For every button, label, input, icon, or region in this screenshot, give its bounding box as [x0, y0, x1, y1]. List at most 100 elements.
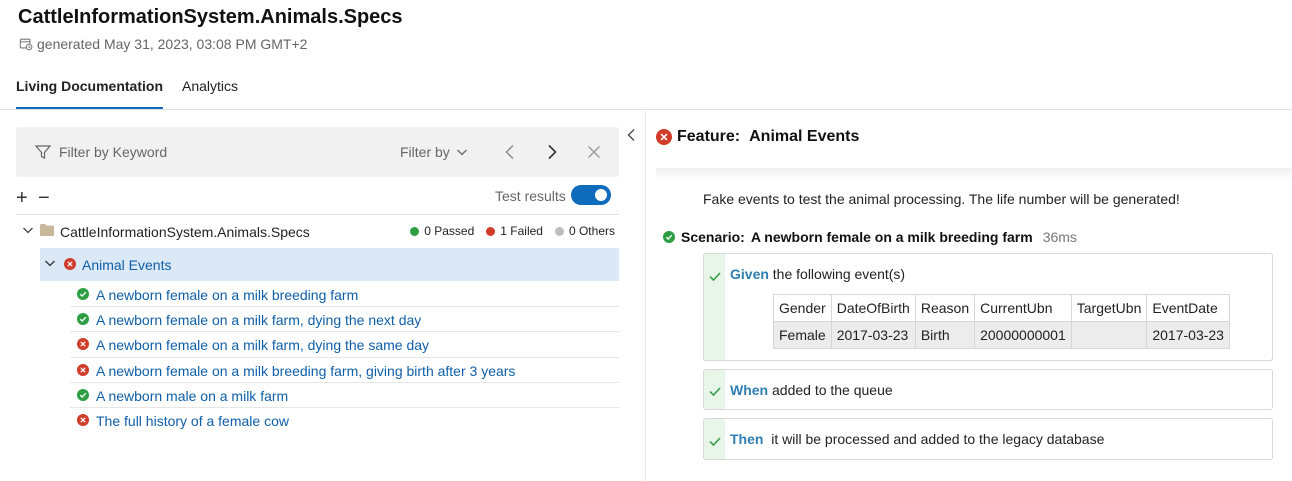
scenario-item[interactable]: A newborn female on a milk breeding farm: [70, 282, 619, 308]
check-icon: [709, 272, 721, 282]
test-results-toggle[interactable]: [571, 185, 611, 205]
filter-bar: Filter by Keyword Filter by: [16, 127, 619, 177]
tree-feature-label: Animal Events: [82, 257, 172, 273]
scenario-item[interactable]: A newborn female on a milk farm, dying t…: [70, 332, 619, 358]
result-stats: 0 Passed 1 Failed 0 Others: [410, 224, 615, 238]
feature-name: Animal Events: [749, 128, 860, 145]
chevron-right-icon: [548, 144, 557, 160]
step-keyword: Then: [730, 431, 764, 447]
scenario-label: A newborn male on a milk farm: [96, 387, 289, 404]
filter-icon: [34, 145, 52, 159]
check-icon: [709, 387, 721, 397]
passed-status-icon: [663, 231, 675, 243]
step-text: Then it will be processed and added to t…: [730, 431, 1104, 447]
collapse-all-button[interactable]: −: [38, 188, 50, 208]
tab-bar: Living Documentation Analytics: [0, 70, 1292, 110]
scenario-heading: Scenario: A newborn female on a milk bre…: [663, 229, 1077, 245]
scenario-keyword: Scenario:: [681, 229, 745, 245]
navigation-panel: Filter by Keyword Filter by + − Test res…: [0, 111, 645, 481]
filter-by-label: Filter by: [400, 144, 450, 160]
scenario-label: A newborn female on a milk farm, dying t…: [96, 337, 430, 354]
scenario-label: A newborn female on a milk breeding farm: [96, 287, 359, 303]
test-results-label: Test results: [495, 188, 566, 204]
stat-failed: 1 Failed: [486, 224, 543, 238]
scenario-name: A newborn female on a milk breeding farm: [750, 229, 1033, 245]
failed-dot-icon: [486, 226, 496, 236]
table-header-cell: Reason: [914, 294, 976, 322]
stat-others-label: 0 Others: [568, 224, 615, 238]
feature-description: Fake events to test the animal processin…: [703, 191, 1180, 207]
table-cell: 2017-03-23: [1146, 321, 1230, 349]
stat-passed: 0 Passed: [410, 224, 474, 238]
failed-status-icon: [64, 258, 76, 270]
failed-status-icon: [656, 129, 672, 145]
step-description: it will be processed and added to the le…: [771, 431, 1105, 447]
failed-status-icon: [77, 338, 89, 351]
previous-result-button[interactable]: [500, 142, 520, 162]
table-cell: 20000000001: [974, 321, 1072, 349]
step-when: When added to the queue: [703, 369, 1273, 410]
chevron-left-icon: [627, 129, 635, 141]
step-description: the following event(s): [772, 266, 906, 282]
divider: [16, 214, 619, 215]
step-keyword: Given: [730, 266, 769, 282]
step-text: When added to the queue: [730, 382, 893, 398]
header-shadow: [656, 168, 1292, 180]
expand-all-button[interactable]: +: [16, 188, 28, 208]
step-keyword: When: [730, 382, 769, 398]
stat-failed-label: 1 Failed: [500, 224, 543, 238]
scenario-item[interactable]: A newborn female on a milk breeding farm…: [70, 358, 619, 383]
chevron-down-icon: [456, 149, 467, 156]
generated-timestamp: generated May 31, 2023, 03:08 PM GMT+2: [19, 36, 307, 52]
table-cell: [1070, 321, 1148, 349]
table-header-row: Gender DateOfBirth Reason CurrentUbn Tar…: [773, 294, 1230, 322]
chevron-down-icon: [45, 260, 55, 267]
keyword-filter-input[interactable]: Filter by Keyword: [59, 144, 167, 160]
table-cell: 2017-03-23: [830, 321, 916, 349]
step-then: Then it will be processed and added to t…: [703, 418, 1273, 460]
table-cell: Birth: [914, 321, 976, 349]
tree-root-label: CattleInformationSystem.Animals.Specs: [60, 224, 310, 240]
step-given: Given the following event(s) Gender Date…: [703, 253, 1273, 361]
step-text: Given the following event(s): [730, 266, 905, 282]
tab-living-documentation[interactable]: Living Documentation: [16, 78, 163, 94]
chevron-left-icon: [505, 145, 514, 159]
filter-by-dropdown[interactable]: Filter by: [400, 144, 468, 160]
feature-keyword: Feature:: [677, 128, 741, 145]
table-header-cell: TargetUbn: [1070, 294, 1148, 322]
scenario-list: A newborn female on a milk breeding farm…: [70, 282, 619, 433]
tab-analytics[interactable]: Analytics: [182, 78, 238, 94]
scenario-label: A newborn female on a milk farm, dying t…: [96, 312, 422, 329]
stat-others: 0 Others: [554, 224, 615, 238]
failed-status-icon: [77, 363, 89, 376]
others-dot-icon: [554, 226, 564, 236]
collapse-panel-button[interactable]: [626, 128, 636, 145]
check-icon: [709, 437, 721, 447]
scenario-label: A newborn female on a milk breeding farm…: [96, 362, 516, 379]
table-header-cell: EventDate: [1146, 294, 1230, 322]
step-data-table: Gender DateOfBirth Reason CurrentUbn Tar…: [773, 294, 1230, 349]
step-description: added to the queue: [772, 382, 893, 398]
next-result-button[interactable]: [542, 142, 562, 162]
scenario-item[interactable]: The full history of a female cow: [70, 408, 619, 433]
tree-feature-item[interactable]: Animal Events: [40, 248, 619, 281]
feature-heading: Feature: Animal Events: [656, 128, 859, 146]
scenario-label: The full history of a female cow: [96, 412, 289, 429]
scenario-item[interactable]: A newborn female on a milk farm, dying t…: [70, 307, 619, 333]
passed-dot-icon: [410, 226, 420, 236]
folder-icon: [40, 224, 54, 236]
page-title: CattleInformationSystem.Animals.Specs: [18, 6, 403, 28]
table-cell: Female: [773, 321, 832, 349]
tree-root-item[interactable]: CattleInformationSystem.Animals.Specs 0 …: [16, 220, 619, 244]
scenario-item[interactable]: A newborn male on a milk farm: [70, 383, 619, 408]
calendar-clock-icon: [19, 38, 33, 51]
passed-status-icon: [77, 288, 89, 300]
clear-filter-button[interactable]: [584, 142, 604, 162]
chevron-down-icon: [23, 227, 33, 234]
passed-status-icon: [77, 313, 89, 326]
table-header-cell: DateOfBirth: [830, 294, 916, 322]
panel-divider[interactable]: [645, 111, 646, 481]
scenario-duration: 36ms: [1042, 229, 1077, 245]
close-icon: [588, 146, 600, 158]
table-header-cell: Gender: [773, 294, 832, 322]
